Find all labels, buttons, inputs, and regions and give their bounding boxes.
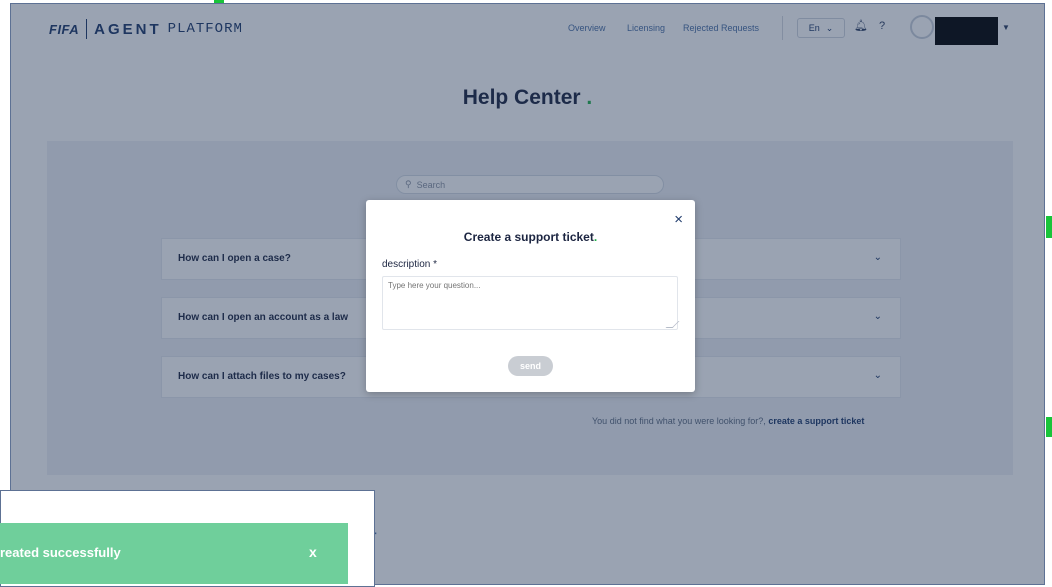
- success-toast: reated successfully x: [0, 523, 348, 584]
- description-label: description *: [382, 259, 438, 270]
- description-field[interactable]: [382, 276, 678, 330]
- green-marker: [1046, 417, 1052, 437]
- toast-close-button[interactable]: x: [309, 544, 317, 560]
- modal-title: Create a support ticket.: [463, 230, 598, 244]
- close-icon[interactable]: ×: [674, 212, 683, 227]
- send-button[interactable]: send: [508, 356, 553, 376]
- toast-message: reated successfully: [0, 545, 121, 560]
- green-marker: [214, 0, 224, 3]
- green-marker: [1046, 216, 1052, 238]
- support-ticket-modal: Create a support ticket. × description *…: [366, 200, 695, 392]
